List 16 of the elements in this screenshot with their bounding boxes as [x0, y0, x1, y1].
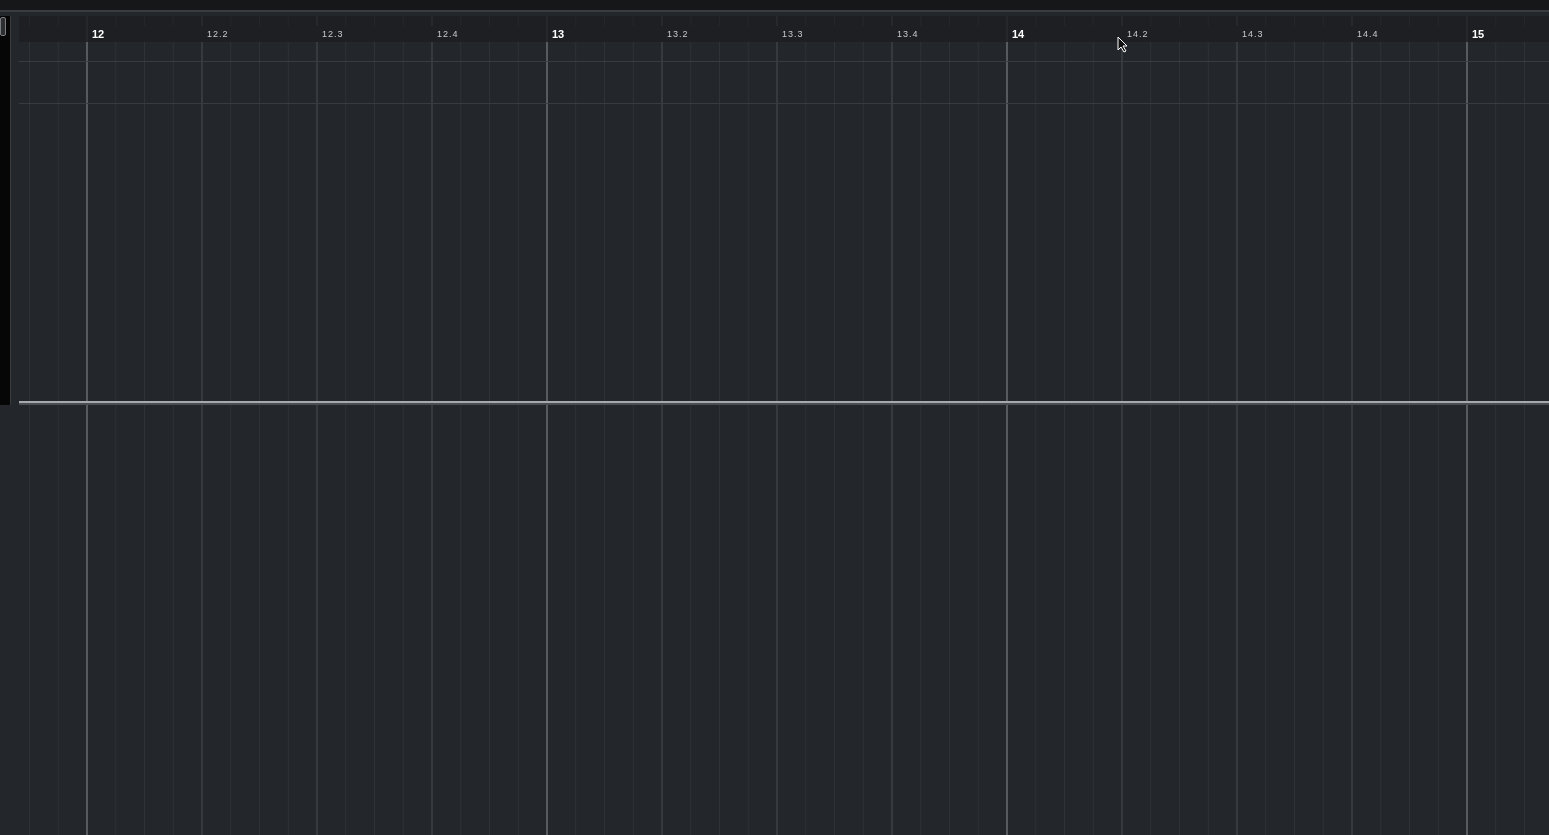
- ruler-label: 14.3: [1242, 28, 1264, 40]
- panel-handle[interactable]: [0, 17, 6, 36]
- ruler-label: 12.2: [207, 28, 229, 40]
- ruler-label: 14.2: [1127, 28, 1149, 40]
- ruler-label: 13: [552, 28, 565, 40]
- timeline-ruler[interactable]: 12 12.2 12.3 12.4 13 13.2 13.3 13.4 14 14.2 14.3 14.4 15: [19, 16, 1549, 42]
- ruler-label: 13.3: [782, 28, 804, 40]
- ruler-label: 12.4: [437, 28, 459, 40]
- ruler-label: 15: [1472, 28, 1485, 40]
- ruler-label: 14.4: [1357, 28, 1379, 40]
- ruler-label: 12.3: [322, 28, 344, 40]
- mouse-pointer-icon: [1117, 36, 1129, 53]
- ruler-label: 13.4: [897, 28, 919, 40]
- ruler-label: 13.2: [667, 28, 689, 40]
- ruler-label: 12: [92, 28, 105, 40]
- ruler-label: 14: [1012, 28, 1025, 40]
